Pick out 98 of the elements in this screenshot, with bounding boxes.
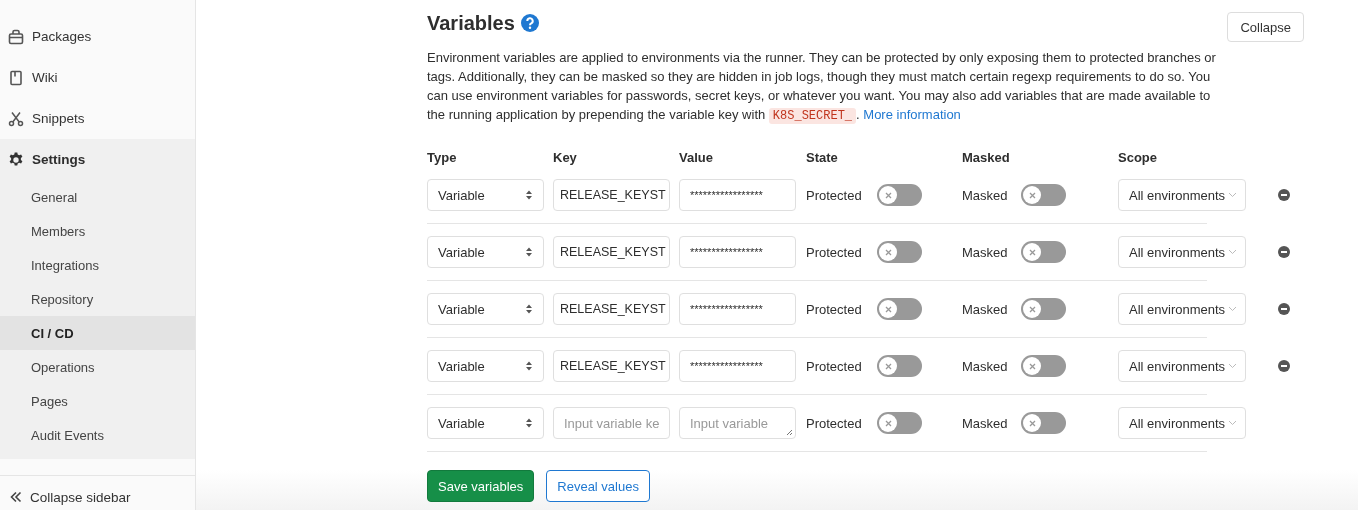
more-information-link[interactable]: More information: [863, 107, 961, 122]
protected-label: Protected: [806, 244, 863, 260]
chevron-down-icon: [1228, 306, 1237, 312]
toggle-switch[interactable]: [1021, 355, 1066, 377]
resize-grip-icon[interactable]: [786, 429, 793, 436]
key-input[interactable]: RELEASE_KEYST: [553, 350, 670, 382]
sidebar-subitem[interactable]: Pages: [0, 384, 195, 418]
remove-icon[interactable]: [1278, 189, 1290, 201]
sidebar-item-label: Snippets: [32, 111, 85, 126]
type-select[interactable]: Variable: [427, 350, 544, 382]
toggle-switch[interactable]: [877, 355, 922, 377]
sidebar-item-label: Wiki: [32, 70, 58, 85]
key-input[interactable]: RELEASE_KEYST: [553, 236, 670, 268]
masked-label: Masked: [962, 415, 1009, 431]
sidebar-subitem[interactable]: General: [0, 180, 195, 214]
collapse-button[interactable]: Collapse: [1227, 12, 1304, 42]
chevron-down-icon: [1228, 420, 1237, 426]
toggle-switch[interactable]: [877, 184, 922, 206]
toggle-switch[interactable]: [1021, 412, 1066, 434]
type-select[interactable]: Variable: [427, 179, 544, 211]
close-icon: [1028, 191, 1036, 199]
close-icon: [884, 362, 892, 370]
column-header: Masked: [962, 149, 1011, 165]
scope-select[interactable]: All environments: [1118, 293, 1246, 325]
type-select[interactable]: Variable: [427, 236, 544, 268]
column-header: Value: [679, 149, 714, 165]
sidebar-subitem[interactable]: Repository: [0, 282, 195, 316]
type-select[interactable]: Variable: [427, 293, 544, 325]
close-icon: [884, 248, 892, 256]
section-title: Variables: [427, 11, 515, 35]
sidebar-subitem[interactable]: Audit Events: [0, 418, 195, 452]
book-icon: [8, 69, 24, 86]
chevron-down-icon: [1228, 249, 1237, 255]
collapse-sidebar-button[interactable]: Collapse sidebar: [0, 475, 195, 510]
toggle-switch[interactable]: [877, 241, 922, 263]
double-chevron-icon: [10, 491, 22, 503]
close-icon: [884, 419, 892, 427]
toggle-switch[interactable]: [1021, 298, 1066, 320]
close-icon: [1028, 305, 1036, 313]
sidebar-item[interactable]: Wiki: [0, 57, 195, 98]
type-select[interactable]: Variable: [427, 407, 544, 439]
column-header: Key: [553, 149, 578, 165]
scope-select[interactable]: All environments: [1118, 179, 1246, 211]
value-input[interactable]: *****************: [679, 350, 796, 382]
sort-arrows-icon: [525, 189, 533, 201]
key-input[interactable]: RELEASE_KEYST: [553, 293, 670, 325]
toggle-switch[interactable]: [1021, 241, 1066, 263]
protected-label: Protected: [806, 358, 863, 374]
reveal-button[interactable]: Reveal values: [546, 470, 650, 502]
sidebar-item[interactable]: Settings: [0, 139, 195, 180]
key-input[interactable]: RELEASE_KEYST: [553, 179, 670, 211]
remove-icon[interactable]: [1278, 360, 1290, 372]
masked-label: Masked: [962, 187, 1009, 203]
help-icon[interactable]: [520, 14, 539, 32]
sidebar-subitem[interactable]: Integrations: [0, 248, 195, 282]
close-icon: [884, 191, 892, 199]
sidebar-subitem[interactable]: Operations: [0, 350, 195, 384]
masked-label: Masked: [962, 244, 1009, 260]
chevron-down-icon: [1228, 363, 1237, 369]
sidebar-item-label: Packages: [32, 29, 92, 44]
toggle-switch[interactable]: [877, 412, 922, 434]
toggle-switch[interactable]: [877, 298, 922, 320]
settings-icon: [8, 151, 24, 168]
protected-label: Protected: [806, 187, 863, 203]
column-header: State: [806, 149, 839, 165]
toggle-switch[interactable]: [1021, 184, 1066, 206]
chevron-down-icon: [1228, 192, 1237, 198]
column-header: Scope: [1118, 149, 1158, 165]
sidebar-item[interactable]: Snippets: [0, 98, 195, 139]
description: Environment variables are applied to environments via the runner. They can be protected by only exposing them to protected branches or tags. Additionally, they can be masked so they are hidden in job logs, though they must match certain regexp requirements to do so. You can use environment variables for passwords, secret keys, or whatever you want. You may also add variables that are made available to the running application by prepending the variable key with K8S_SECRET_ . More information: [427, 49, 1217, 126]
remove-icon[interactable]: [1278, 303, 1290, 315]
close-icon: [1028, 362, 1036, 370]
remove-icon[interactable]: [1278, 246, 1290, 258]
close-icon: [884, 305, 892, 313]
value-input[interactable]: *****************: [679, 179, 796, 211]
scissors-icon: [8, 110, 24, 127]
sort-arrows-icon: [525, 246, 533, 258]
sidebar-subitem[interactable]: CI / CD: [0, 316, 195, 350]
protected-label: Protected: [806, 415, 863, 431]
save-button[interactable]: Save variables: [427, 470, 535, 502]
protected-label: Protected: [806, 301, 863, 317]
scope-select[interactable]: All environments: [1118, 236, 1246, 268]
column-header: Type: [427, 149, 458, 165]
sidebar-subitem[interactable]: Members: [0, 214, 195, 248]
sidebar-item[interactable]: Packages: [0, 16, 195, 57]
bag-icon: [8, 28, 24, 45]
value-input[interactable]: *****************: [679, 236, 796, 268]
value-input[interactable]: *****************: [679, 293, 796, 325]
sort-arrows-icon: [525, 417, 533, 429]
sort-arrows-icon: [525, 303, 533, 315]
close-icon: [1028, 248, 1036, 256]
sidebar-item-label: Settings: [32, 152, 86, 167]
masked-label: Masked: [962, 358, 1009, 374]
sort-arrows-icon: [525, 360, 533, 372]
scope-select[interactable]: All environments: [1118, 407, 1246, 439]
scope-select[interactable]: All environments: [1118, 350, 1246, 382]
masked-label: Masked: [962, 301, 1009, 317]
close-icon: [1028, 419, 1036, 427]
